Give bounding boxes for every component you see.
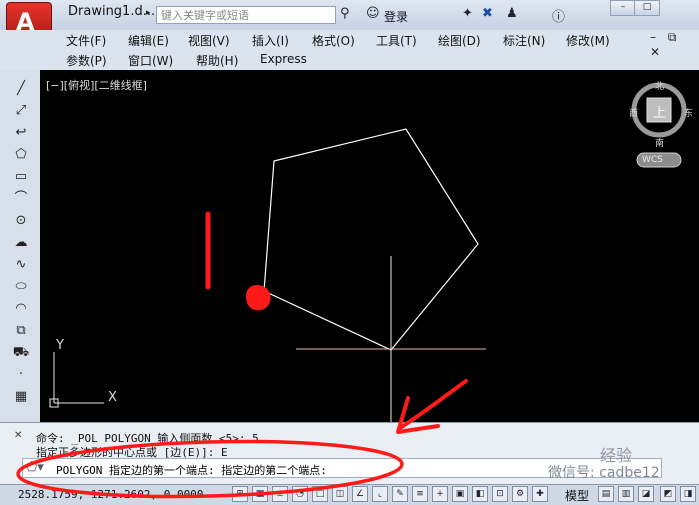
clean-screen-icon[interactable]: ✚ <box>532 486 548 502</box>
command-prompt-icon[interactable]: ⬠▾ <box>26 460 44 475</box>
menu-window[interactable]: 窗口(W) <box>128 52 173 69</box>
viewcube-south[interactable]: 南 <box>655 136 664 149</box>
quick-view-layouts-icon[interactable]: ▥ <box>618 486 634 502</box>
exchange-icon[interactable]: ✖ <box>482 6 493 21</box>
grid-display-icon[interactable]: ▦ <box>252 486 268 502</box>
annotation-monitor-icon[interactable]: ⊡ <box>492 486 508 502</box>
draw-toolbar: ╱ ⤢ ↩ ⬠ ▭ ⌒ ⊙ ☁ ∿ ⬭ ◠ ⧉ ⛟ · ▦ <box>0 70 41 420</box>
hatch-icon[interactable]: ▦ <box>12 388 30 406</box>
model-tab[interactable]: 模型 <box>565 487 589 504</box>
viewcube-west[interactable]: 西 <box>629 106 638 119</box>
viewcube-top-label[interactable]: 上 <box>653 102 666 121</box>
watermark-text: 微信号: cadbe12 <box>548 465 660 481</box>
star-icon[interactable]: ✦ <box>462 6 473 21</box>
menu-format[interactable]: 格式(O) <box>312 32 355 49</box>
quick-view-drawings-icon[interactable]: ◪ <box>638 486 654 502</box>
ellipse-icon[interactable]: ⬭ <box>12 278 30 296</box>
command-prompt-text: POLYGON 指定边的第一个端点: 指定边的第二个端点: <box>56 464 327 477</box>
search-input[interactable]: 键入关键字或短语 <box>156 6 336 24</box>
viewcube-east[interactable]: 东 <box>684 106 693 119</box>
viewport-scale-icon[interactable]: ◨ <box>680 486 696 502</box>
coordinates-readout[interactable]: 2528.1759, 1271.2602, 0.0000 <box>18 488 203 501</box>
menu-modify[interactable]: 修改(M) <box>566 32 610 49</box>
polygon-icon[interactable]: ⬠ <box>12 146 30 164</box>
ucs-y-label: Y <box>56 338 64 353</box>
object-snap-tracking-icon[interactable]: ∠ <box>352 486 368 502</box>
login-button[interactable]: 登录 <box>384 8 408 25</box>
menu-view[interactable]: 视图(V) <box>188 32 230 49</box>
document-window-controls[interactable]: – ⧉ ✕ <box>650 30 699 59</box>
menu-express[interactable]: Express <box>260 52 307 66</box>
point-icon[interactable]: · <box>12 366 30 384</box>
maximize-button[interactable]: □ <box>634 0 660 16</box>
circle-icon[interactable]: ⊙ <box>12 212 30 230</box>
workspace-switch-icon[interactable]: ⚙ <box>512 486 528 502</box>
binoculars-icon[interactable]: ⚲ <box>340 6 350 21</box>
spline-icon[interactable]: ∿ <box>12 256 30 274</box>
ucs-x-label: X <box>108 390 117 405</box>
menu-parameters[interactable]: 参数(P) <box>66 52 107 69</box>
snap-mode-icon[interactable]: ⊞ <box>232 486 248 502</box>
layout-icon[interactable]: ▤ <box>598 486 614 502</box>
ellipse-arc-icon[interactable]: ◠ <box>12 300 30 318</box>
menu-tools[interactable]: 工具(T) <box>376 32 417 49</box>
viewcube-north[interactable]: 北 <box>655 79 664 92</box>
dynamic-input-icon[interactable]: ✎ <box>392 486 408 502</box>
annotation-scale-icon[interactable]: ◩ <box>660 486 676 502</box>
polyline-icon[interactable]: ↩ <box>12 124 30 142</box>
selection-cycling-icon[interactable]: ◧ <box>472 486 488 502</box>
construction-line-icon[interactable]: ⤢ <box>12 102 30 120</box>
help-icon[interactable]: ⓘ <box>552 6 565 25</box>
ortho-mode-icon[interactable]: ⊥ <box>272 486 288 502</box>
command-close-icon[interactable]: ✕ <box>14 430 22 441</box>
revcloud-icon[interactable]: ☁ <box>12 234 30 252</box>
menu-dimension[interactable]: 标注(N) <box>503 32 545 49</box>
wcs-label[interactable]: WCS <box>642 155 663 165</box>
drawing-canvas[interactable] <box>40 70 699 422</box>
minimize-button[interactable]: – <box>610 0 636 16</box>
make-block-icon[interactable]: ⛟ <box>12 344 30 362</box>
viewport-label[interactable]: [−][俯视][二维线框] <box>46 77 147 93</box>
quick-access-more-icon[interactable]: ▸ <box>146 8 151 18</box>
window-title: Drawing1.d... <box>68 4 156 19</box>
transparency-icon[interactable]: + <box>432 486 448 502</box>
user-icon[interactable]: ☺ <box>366 6 380 21</box>
rectangle-icon[interactable]: ▭ <box>12 168 30 186</box>
dynamic-ucs-icon[interactable]: ⌞ <box>372 486 388 502</box>
pentagon-shape[interactable] <box>263 128 479 351</box>
object-snap-icon[interactable]: □ <box>312 486 328 502</box>
insert-block-icon[interactable]: ⧉ <box>12 322 30 340</box>
menu-draw[interactable]: 绘图(D) <box>438 32 481 49</box>
3d-osnap-icon[interactable]: ◫ <box>332 486 348 502</box>
lineweight-icon[interactable]: ≡ <box>412 486 428 502</box>
quick-properties-icon[interactable]: ▣ <box>452 486 468 502</box>
polar-tracking-icon[interactable]: ◔ <box>292 486 308 502</box>
menu-file[interactable]: 文件(F) <box>66 32 106 49</box>
menu-help[interactable]: 帮助(H) <box>196 52 238 69</box>
menu-insert[interactable]: 插入(I) <box>252 32 289 49</box>
communication-icon[interactable]: ♟ <box>506 6 518 21</box>
menu-edit[interactable]: 编辑(E) <box>128 32 169 49</box>
line-icon[interactable]: ╱ <box>12 80 30 98</box>
arc-icon[interactable]: ⌒ <box>12 190 30 208</box>
